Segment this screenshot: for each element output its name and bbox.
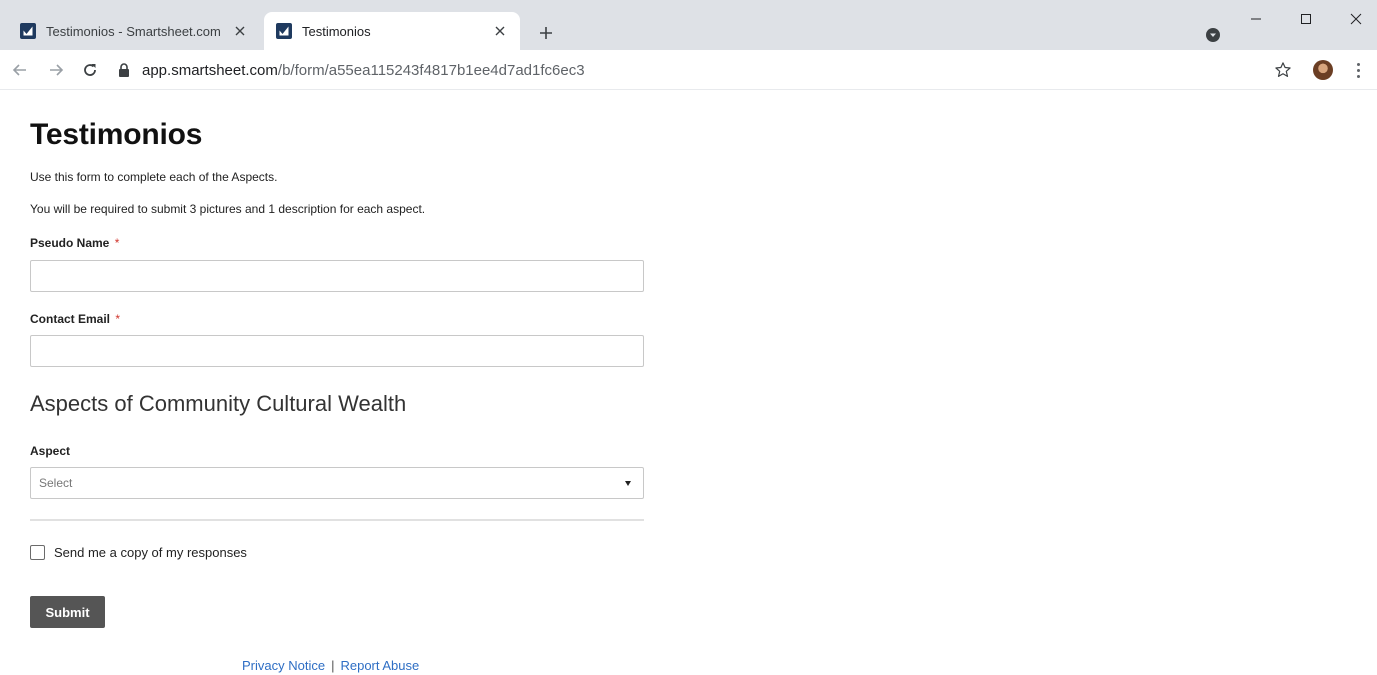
submit-button[interactable]: Submit [30,596,105,628]
back-arrow-icon[interactable] [8,58,32,82]
contact-email-input[interactable] [30,335,644,367]
tab-testimonios[interactable]: Testimonios [264,12,520,50]
aspect-label: Aspect [30,444,71,458]
required-marker: * [114,236,120,250]
close-icon[interactable] [488,19,512,43]
copy-responses-row[interactable]: Send me a copy of my responses [30,545,247,560]
pseudo-name-label: Pseudo Name * [30,236,119,250]
contact-email-label: Contact Email * [30,312,120,326]
aspect-select[interactable]: Select [30,467,644,499]
maximize-icon[interactable] [1283,6,1329,32]
footer-links: Privacy Notice | Report Abuse [242,658,419,673]
extension-icon[interactable] [1205,27,1221,43]
plus-icon[interactable] [532,19,560,47]
copy-responses-checkbox[interactable] [30,545,45,560]
report-abuse-link[interactable]: Report Abuse [340,658,419,673]
copy-responses-label[interactable]: Send me a copy of my responses [54,545,247,560]
url-path: /b/form/a55ea115243f4817b1ee4d7ad1fc6ec3 [277,61,585,79]
tab-smartsheet[interactable]: Testimonios - Smartsheet.com [8,12,260,50]
section-title: Aspects of Community Cultural Wealth [30,391,407,416]
tab-title: Testimonios [302,23,371,39]
tab-title: Testimonios - Smartsheet.com [46,23,221,39]
minimize-icon[interactable] [1233,6,1279,32]
smartsheet-favicon [20,23,36,39]
window-close-icon[interactable] [1333,6,1377,32]
browser-tabstrip: Testimonios - Smartsheet.com Testimonios [0,0,1377,50]
pseudo-name-input[interactable] [30,260,644,292]
star-icon[interactable] [1273,60,1293,80]
footer-separator: | [331,658,335,673]
forward-arrow-icon[interactable] [44,58,68,82]
profile-avatar[interactable] [1313,60,1333,80]
browser-toolbar: app.smartsheet.com/b/form/a55ea115243f48… [0,50,1377,90]
close-icon[interactable] [228,19,252,43]
required-marker: * [115,312,121,326]
aspect-selected-value: Select [39,476,73,490]
pseudo-name-label-text: Pseudo Name [30,236,110,250]
address-bar[interactable]: app.smartsheet.com/b/form/a55ea115243f48… [116,55,1266,85]
form-description: Use this form to complete each of the As… [30,170,278,184]
url-text: app.smartsheet.com/b/form/a55ea115243f48… [142,62,585,79]
privacy-notice-link[interactable]: Privacy Notice [242,658,325,673]
url-host: app.smartsheet.com [142,61,278,79]
lock-icon[interactable] [116,62,132,78]
reload-icon[interactable] [78,58,102,82]
form-instructions: You will be required to submit 3 picture… [30,202,426,216]
more-vert-icon[interactable] [1350,60,1366,80]
contact-email-label-text: Contact Email [30,312,111,326]
chevron-down-icon [625,480,631,486]
form-title: Testimonios [30,118,203,151]
smartsheet-favicon [276,23,292,39]
divider [30,519,644,521]
